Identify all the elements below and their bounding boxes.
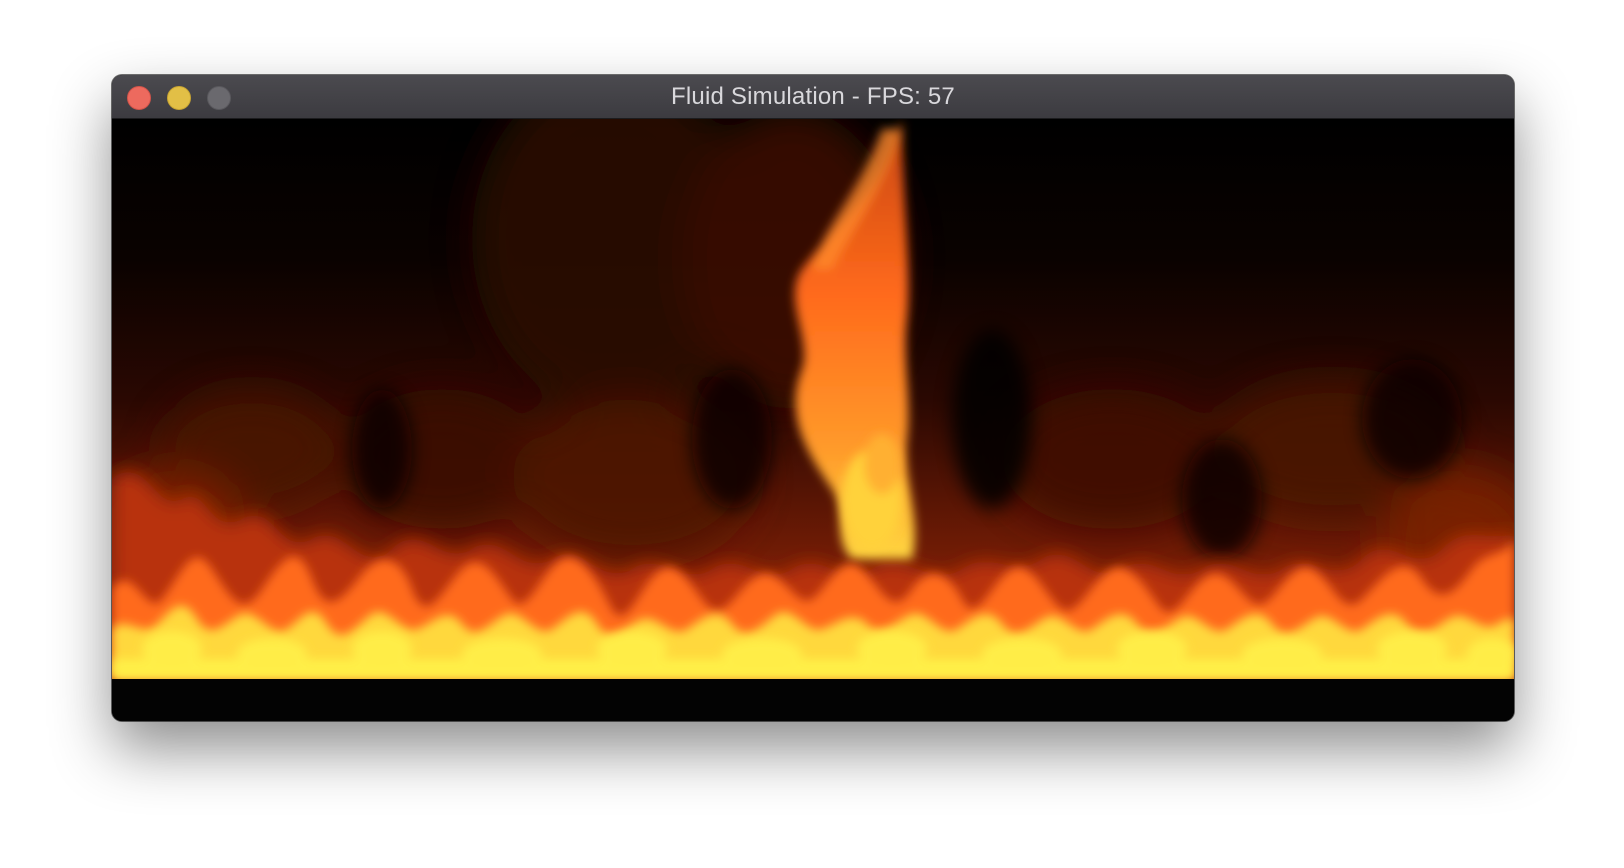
fire-render <box>112 119 1514 721</box>
window-title: Fluid Simulation - FPS: 57 <box>671 83 955 110</box>
title-bar[interactable]: Fluid Simulation - FPS: 57 <box>112 75 1514 119</box>
app-window: Fluid Simulation - FPS: 57 <box>112 75 1514 721</box>
simulation-canvas[interactable] <box>112 119 1514 721</box>
